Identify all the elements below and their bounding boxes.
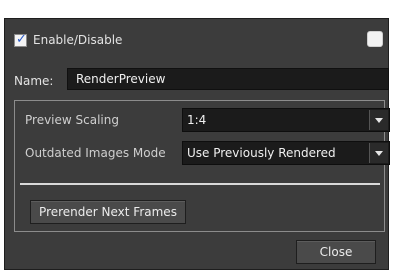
preview-scaling-value: 1:4: [187, 113, 207, 127]
chevron-down-icon[interactable]: [369, 143, 388, 163]
enable-label: Enable/Disable: [33, 33, 123, 47]
name-input[interactable]: RenderPreview: [67, 68, 389, 90]
name-label: Name:: [14, 74, 54, 88]
preview-scaling-select[interactable]: 1:4: [182, 108, 390, 132]
enable-row[interactable]: ✓ Enable/Disable: [14, 32, 122, 48]
separator: [20, 183, 380, 185]
settings-group: Preview Scaling 1:4 Outdated Images Mode…: [14, 100, 390, 232]
checkmark-icon: ✓: [16, 31, 27, 47]
render-preview-dialog: ✓ Enable/Disable Name: RenderPreview Pre…: [4, 18, 390, 270]
outdated-images-mode-value: Use Previously Rendered: [187, 146, 336, 160]
color-swatch-button[interactable]: [367, 31, 383, 47]
outdated-images-mode-label: Outdated Images Mode: [25, 146, 166, 160]
enable-checkbox[interactable]: ✓: [14, 31, 27, 47]
outdated-images-mode-select[interactable]: Use Previously Rendered: [182, 141, 390, 165]
prerender-next-frames-button[interactable]: Prerender Next Frames: [30, 200, 186, 224]
close-button[interactable]: Close: [296, 240, 376, 264]
name-input-value: RenderPreview: [76, 72, 166, 86]
chevron-down-icon[interactable]: [369, 110, 388, 130]
preview-scaling-label: Preview Scaling: [25, 113, 119, 127]
